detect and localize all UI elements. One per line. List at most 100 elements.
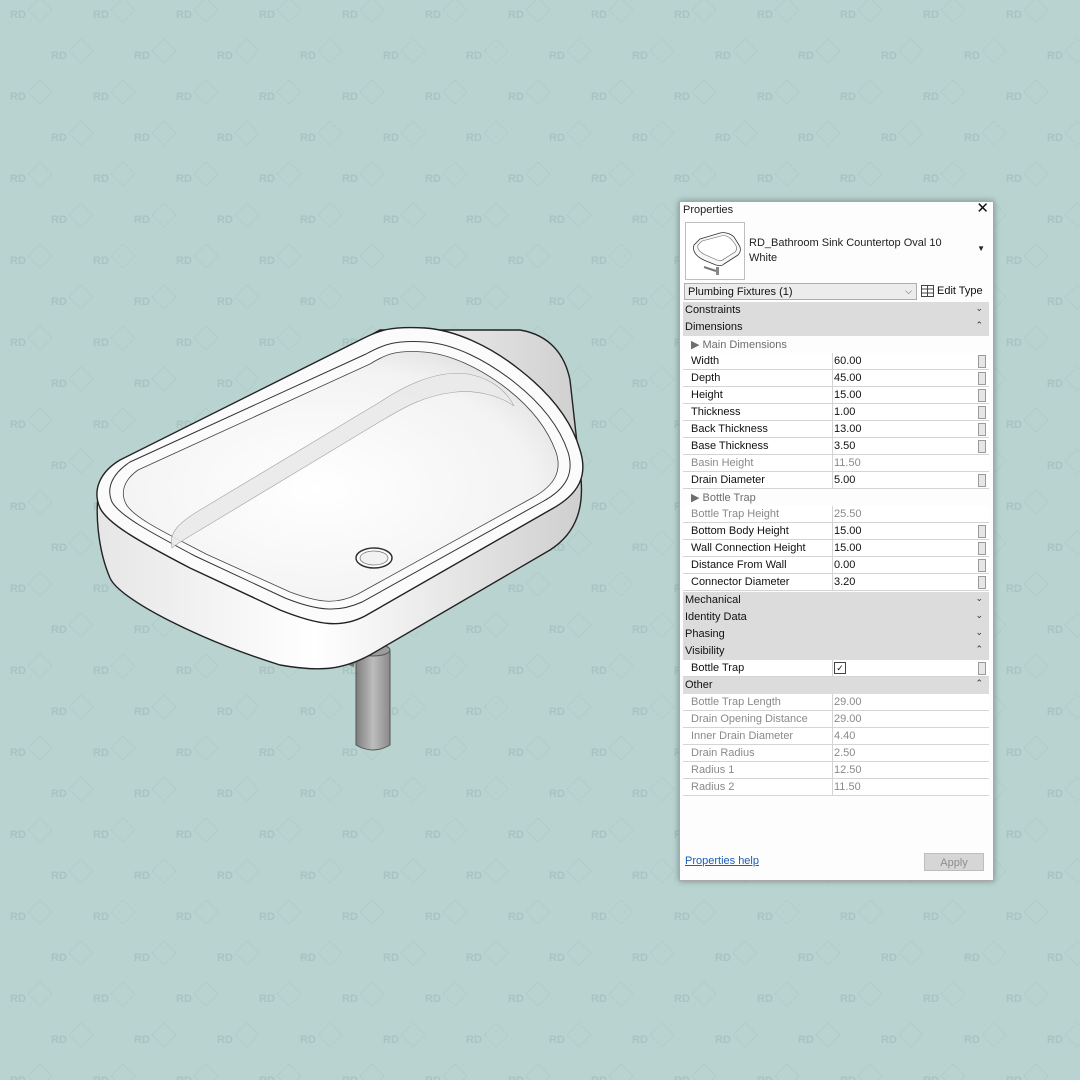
expand-icon[interactable]: ⌄ [975,303,983,314]
property-name: Bottom Body Height [691,525,789,537]
properties-help-link[interactable]: Properties help [685,855,759,867]
property-value-field[interactable]: 15.00 [832,523,978,539]
category-dimensions[interactable]: Dimensions ⌃ [683,319,989,336]
property-value-field[interactable]: 45.00 [832,370,978,386]
expand-icon[interactable]: ⌄ [975,627,983,638]
svg-text:RD: RD [923,91,939,103]
svg-text:RD: RD [591,9,607,21]
subhead-label: ▶ Bottle Trap [691,492,756,504]
property-value-field[interactable]: 3.50 [832,438,978,454]
bottle-trap-checkbox[interactable]: ✓ [834,662,846,674]
property-name: Drain Radius [691,747,755,759]
associate-parameter-button[interactable] [978,559,986,572]
property-value: 15.00 [834,389,862,401]
property-value-field[interactable]: 5.00 [832,472,978,488]
svg-text:RD: RD [176,255,192,267]
property-name: Drain Diameter [691,474,765,486]
property-value-field[interactable]: 15.00 [832,387,978,403]
element-filter-dropdown[interactable]: Plumbing Fixtures (1) ⌵ [684,283,917,300]
property-value-field[interactable]: 3.20 [832,574,978,590]
svg-text:RD: RD [342,9,358,21]
property-value-field: 29.00 [832,694,978,710]
svg-text:RD: RD [757,993,773,1005]
collapse-icon[interactable]: ⌃ [975,644,983,655]
close-icon[interactable]: ✕ [976,201,989,217]
associate-parameter-button[interactable] [978,525,986,538]
property-value-field[interactable]: 1.00 [832,404,978,420]
svg-text:RD: RD [632,378,648,390]
svg-text:RD: RD [134,952,150,964]
svg-text:RD: RD [176,1075,192,1080]
property-value: 12.50 [834,764,862,776]
associate-parameter-button[interactable] [978,355,986,368]
svg-text:RD: RD [217,50,233,62]
svg-text:RD: RD [51,706,67,718]
collapse-icon[interactable]: ⌃ [975,320,983,331]
svg-text:RD: RD [508,173,524,185]
svg-text:RD: RD [964,50,980,62]
property-value-field[interactable]: 13.00 [832,421,978,437]
subhead-main-dimensions[interactable]: ▶ Main Dimensions [683,336,989,353]
svg-text:RD: RD [300,132,316,144]
associate-parameter-button[interactable] [978,474,986,487]
svg-text:RD: RD [176,993,192,1005]
svg-text:RD: RD [549,952,565,964]
property-value-field[interactable]: 15.00 [832,540,978,556]
expand-icon[interactable]: ⌄ [975,610,983,621]
category-other[interactable]: Other ⌃ [683,677,989,694]
property-value-field: 25.50 [832,506,978,522]
associate-parameter-button[interactable] [978,440,986,453]
svg-text:RD: RD [466,870,482,882]
svg-text:RD: RD [1047,706,1063,718]
svg-text:RD: RD [1006,1075,1022,1080]
type-thumbnail-image [685,222,745,280]
type-selector[interactable]: RD_Bathroom Sink Countertop Oval 10 Whit… [683,220,989,282]
svg-text:RD: RD [176,9,192,21]
svg-text:RD: RD [1006,337,1022,349]
property-row-bottom-body-height: Bottom Body Height 15.00 [683,523,989,540]
apply-button[interactable]: Apply [924,853,984,871]
svg-text:RD: RD [549,870,565,882]
category-constraints[interactable]: Constraints ⌄ [683,302,989,319]
svg-text:RD: RD [923,1075,939,1080]
property-value-field[interactable]: 60.00 [832,353,978,369]
properties-grid: Constraints ⌄ Dimensions ⌃ ▶ Main Dimens… [683,302,989,796]
property-value: 1.00 [834,406,856,418]
svg-text:RD: RD [1047,624,1063,636]
svg-text:RD: RD [508,255,524,267]
svg-text:RD: RD [674,173,690,185]
subhead-bottle-trap[interactable]: ▶ Bottle Trap [683,489,989,506]
palette-titlebar[interactable]: Properties ✕ [680,201,993,218]
svg-text:RD: RD [1047,214,1063,226]
property-value: 0.00 [834,559,856,571]
svg-text:RD: RD [51,542,67,554]
sink-3d-model[interactable] [80,310,610,770]
associate-parameter-button[interactable] [978,372,986,385]
associate-parameter-button[interactable] [978,389,986,402]
property-value-field: 29.00 [832,711,978,727]
svg-text:RD: RD [632,460,648,472]
category-mechanical[interactable]: Mechanical ⌄ [683,592,989,609]
svg-text:RD: RD [1047,378,1063,390]
svg-text:RD: RD [10,583,26,595]
svg-text:RD: RD [176,911,192,923]
associate-parameter-button[interactable] [978,406,986,419]
svg-text:RD: RD [757,9,773,21]
associate-parameter-button[interactable] [978,542,986,555]
property-value-field[interactable]: 0.00 [832,557,978,573]
dropdown-arrow-icon[interactable]: ▼ [977,244,985,253]
category-visibility[interactable]: Visibility ⌃ [683,643,989,660]
property-value: 29.00 [834,713,862,725]
collapse-icon[interactable]: ⌃ [975,678,983,689]
associate-parameter-button[interactable] [978,662,986,675]
svg-text:RD: RD [383,788,399,800]
svg-text:RD: RD [798,50,814,62]
category-phasing[interactable]: Phasing ⌄ [683,626,989,643]
category-identity-data[interactable]: Identity Data ⌄ [683,609,989,626]
associate-parameter-button[interactable] [978,423,986,436]
svg-text:RD: RD [383,296,399,308]
expand-icon[interactable]: ⌄ [975,593,983,604]
category-label: Dimensions [685,321,743,333]
svg-text:RD: RD [508,993,524,1005]
associate-parameter-button[interactable] [978,576,986,589]
